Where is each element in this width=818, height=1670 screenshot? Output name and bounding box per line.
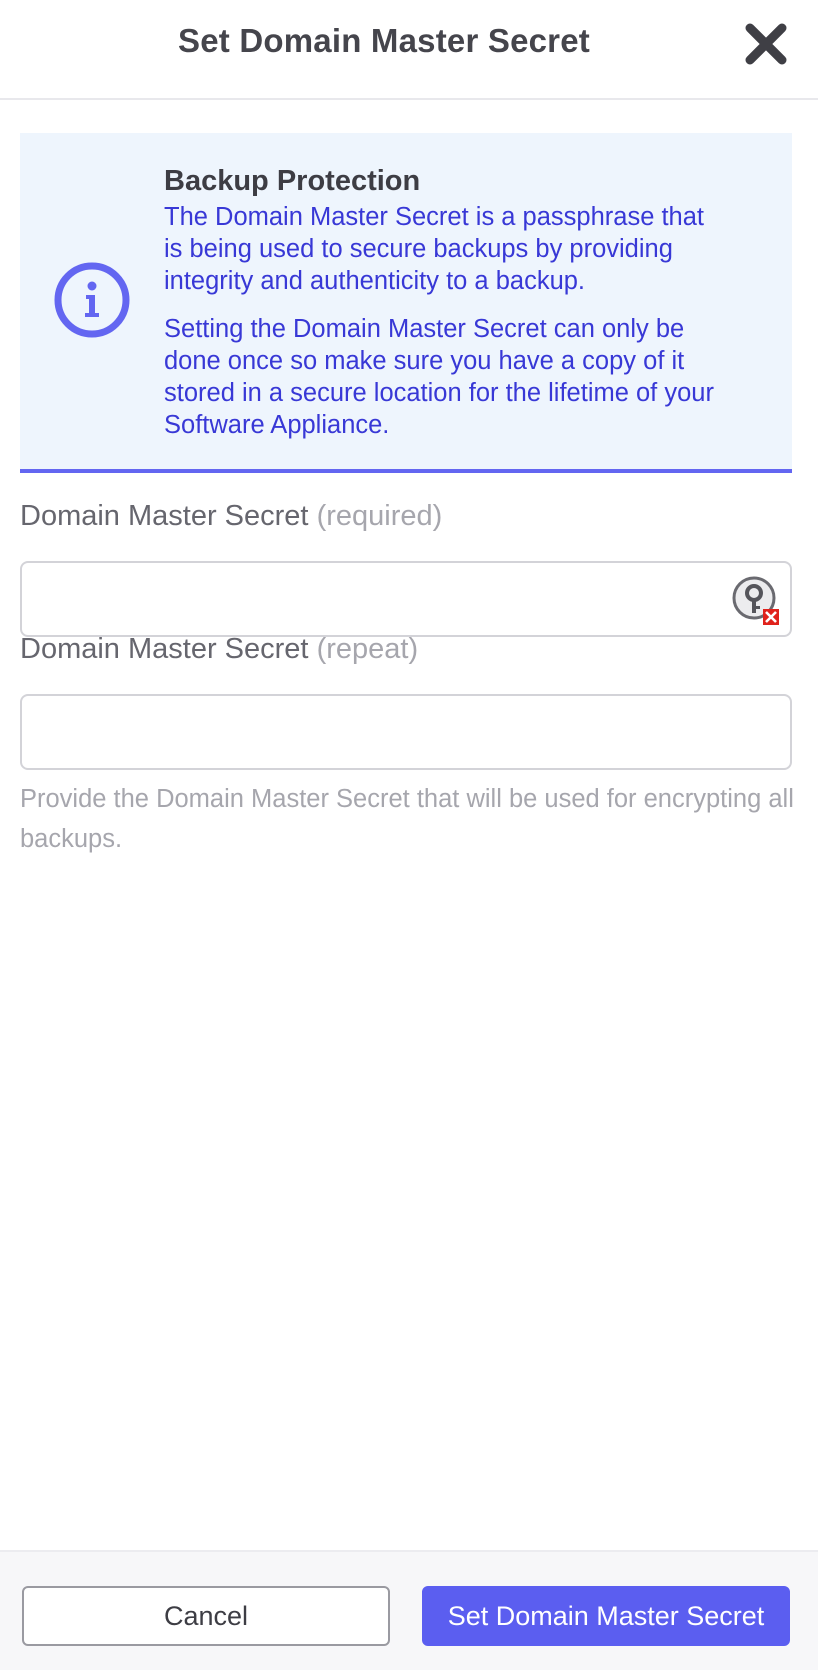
callout-body: Backup Protection The Domain Master Secr… xyxy=(164,163,724,441)
domain-master-secret-repeat-input[interactable] xyxy=(20,694,792,770)
repeat-hint: (repeat) xyxy=(316,633,419,665)
callout-paragraph: Setting the Domain Master Secret can onl… xyxy=(164,315,714,439)
dialog-header: Set Domain Master Secret xyxy=(0,0,818,100)
secret-repeat-label-text: Domain Master Secret xyxy=(20,633,309,665)
cancel-button[interactable]: Cancel xyxy=(22,1586,390,1646)
callout-paragraph: The Domain Master Secret is a passphrase… xyxy=(164,203,704,295)
backup-protection-callout: Backup Protection The Domain Master Secr… xyxy=(20,133,792,473)
callout-title: Backup Protection xyxy=(164,165,421,197)
dialog-footer: Cancel Set Domain Master Secret xyxy=(0,1550,818,1670)
set-domain-master-secret-dialog: Set Domain Master Secret Backup Protecti… xyxy=(0,0,818,1670)
dialog-title: Set Domain Master Secret xyxy=(178,22,590,59)
domain-master-secret-input[interactable] xyxy=(20,561,792,637)
secret-repeat-field-label: Domain Master Secret (repeat) xyxy=(20,631,418,667)
close-icon[interactable] xyxy=(742,20,790,68)
info-icon xyxy=(52,260,132,340)
password-manager-key-icon[interactable] xyxy=(731,575,781,625)
secret-help-text: Provide the Domain Master Secret that wi… xyxy=(20,785,794,853)
secret-field-label: Domain Master Secret (required) xyxy=(20,498,442,534)
secret-label-text: Domain Master Secret xyxy=(20,500,309,532)
required-hint: (required) xyxy=(316,500,443,532)
set-domain-master-secret-button[interactable]: Set Domain Master Secret xyxy=(422,1586,790,1646)
